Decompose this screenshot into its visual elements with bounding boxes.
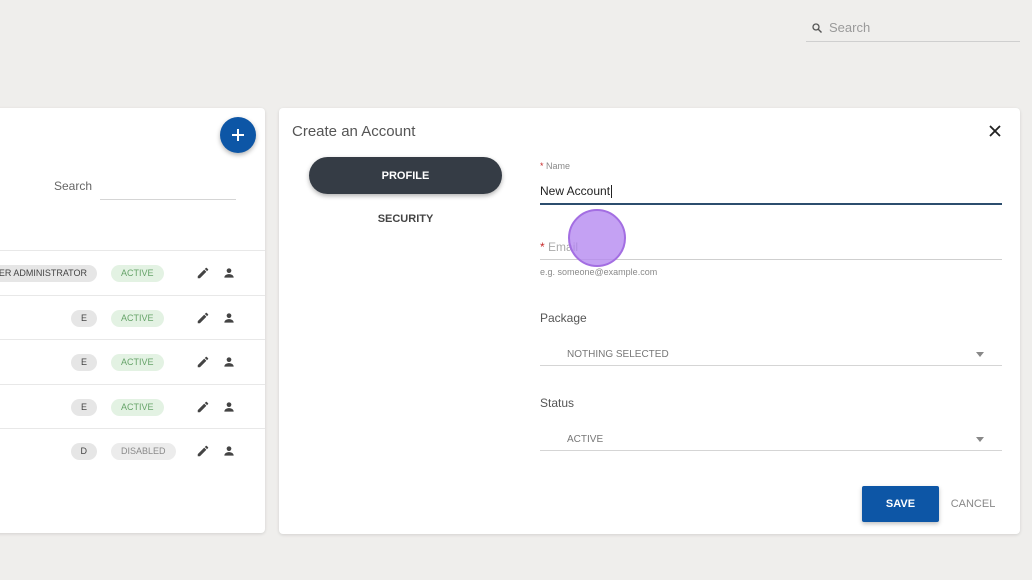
name-field[interactable]: New Account <box>540 179 1002 205</box>
create-account-dialog: Create an Account PROFILE SECURITY * Nam… <box>279 108 1020 534</box>
list-search-input[interactable] <box>100 199 236 200</box>
edit-icon[interactable] <box>196 266 210 280</box>
person-icon[interactable] <box>222 311 236 325</box>
search-icon <box>812 22 822 33</box>
package-select[interactable]: NOTHING SELECTED <box>540 342 1002 366</box>
close-icon[interactable] <box>988 124 1002 138</box>
status-value: ACTIVE <box>567 434 604 445</box>
status-select[interactable]: ACTIVE <box>540 427 1002 451</box>
status-badge: ACTIVE <box>111 354 164 371</box>
list-search-label: Search <box>54 179 93 193</box>
add-account-button[interactable] <box>220 117 256 153</box>
email-hint: e.g. someone@example.com <box>540 267 658 277</box>
status-badge: DISABLED <box>111 443 176 460</box>
status-badge: ACTIVE <box>111 309 164 327</box>
person-icon[interactable] <box>222 444 236 458</box>
plus-icon <box>232 129 244 141</box>
tab-profile[interactable]: PROFILE <box>309 157 502 194</box>
accounts-table: UPER ADMINISTRATOR ACTIVE E ACTIVE E ACT… <box>0 250 265 473</box>
status-label: Status <box>540 396 575 410</box>
status-badge: ACTIVE <box>111 398 164 416</box>
edit-icon[interactable] <box>196 311 210 325</box>
role-badge: UPER ADMINISTRATOR <box>0 265 97 282</box>
name-label: * Name <box>540 161 571 171</box>
top-search-bar[interactable] <box>806 14 1020 42</box>
edit-icon[interactable] <box>196 400 210 414</box>
text-caret <box>611 184 613 198</box>
role-badge: E <box>70 354 97 371</box>
role-badge: E <box>70 398 97 416</box>
edit-icon[interactable] <box>196 444 210 458</box>
person-icon[interactable] <box>222 355 236 369</box>
table-row[interactable]: D DISABLED <box>0 428 265 473</box>
accounts-list-panel: Search UPER ADMINISTRATOR ACTIVE E ACTIV… <box>0 108 265 533</box>
dialog-title: Create an Account <box>292 123 416 140</box>
dropdown-arrow-icon <box>976 437 984 442</box>
status-badge: ACTIVE <box>111 265 164 282</box>
save-button[interactable]: SAVE <box>862 486 939 522</box>
table-row[interactable]: UPER ADMINISTRATOR ACTIVE <box>0 250 265 295</box>
tab-security[interactable]: SECURITY <box>309 210 502 228</box>
package-label: Package <box>540 311 587 325</box>
table-row[interactable]: E ACTIVE <box>0 383 265 429</box>
table-row[interactable]: E ACTIVE <box>0 339 265 384</box>
package-value: NOTHING SELECTED <box>567 349 669 360</box>
edit-icon[interactable] <box>196 355 210 369</box>
cancel-button[interactable]: CANCEL <box>947 486 999 522</box>
table-row[interactable]: E ACTIVE <box>0 294 265 340</box>
click-indicator <box>568 209 626 267</box>
name-value: New Account <box>540 184 611 198</box>
role-badge: D <box>70 443 97 460</box>
person-icon[interactable] <box>222 266 236 280</box>
role-badge: E <box>70 309 97 327</box>
person-icon[interactable] <box>222 400 236 414</box>
top-search-input[interactable] <box>829 20 1009 35</box>
dropdown-arrow-icon <box>976 352 984 357</box>
